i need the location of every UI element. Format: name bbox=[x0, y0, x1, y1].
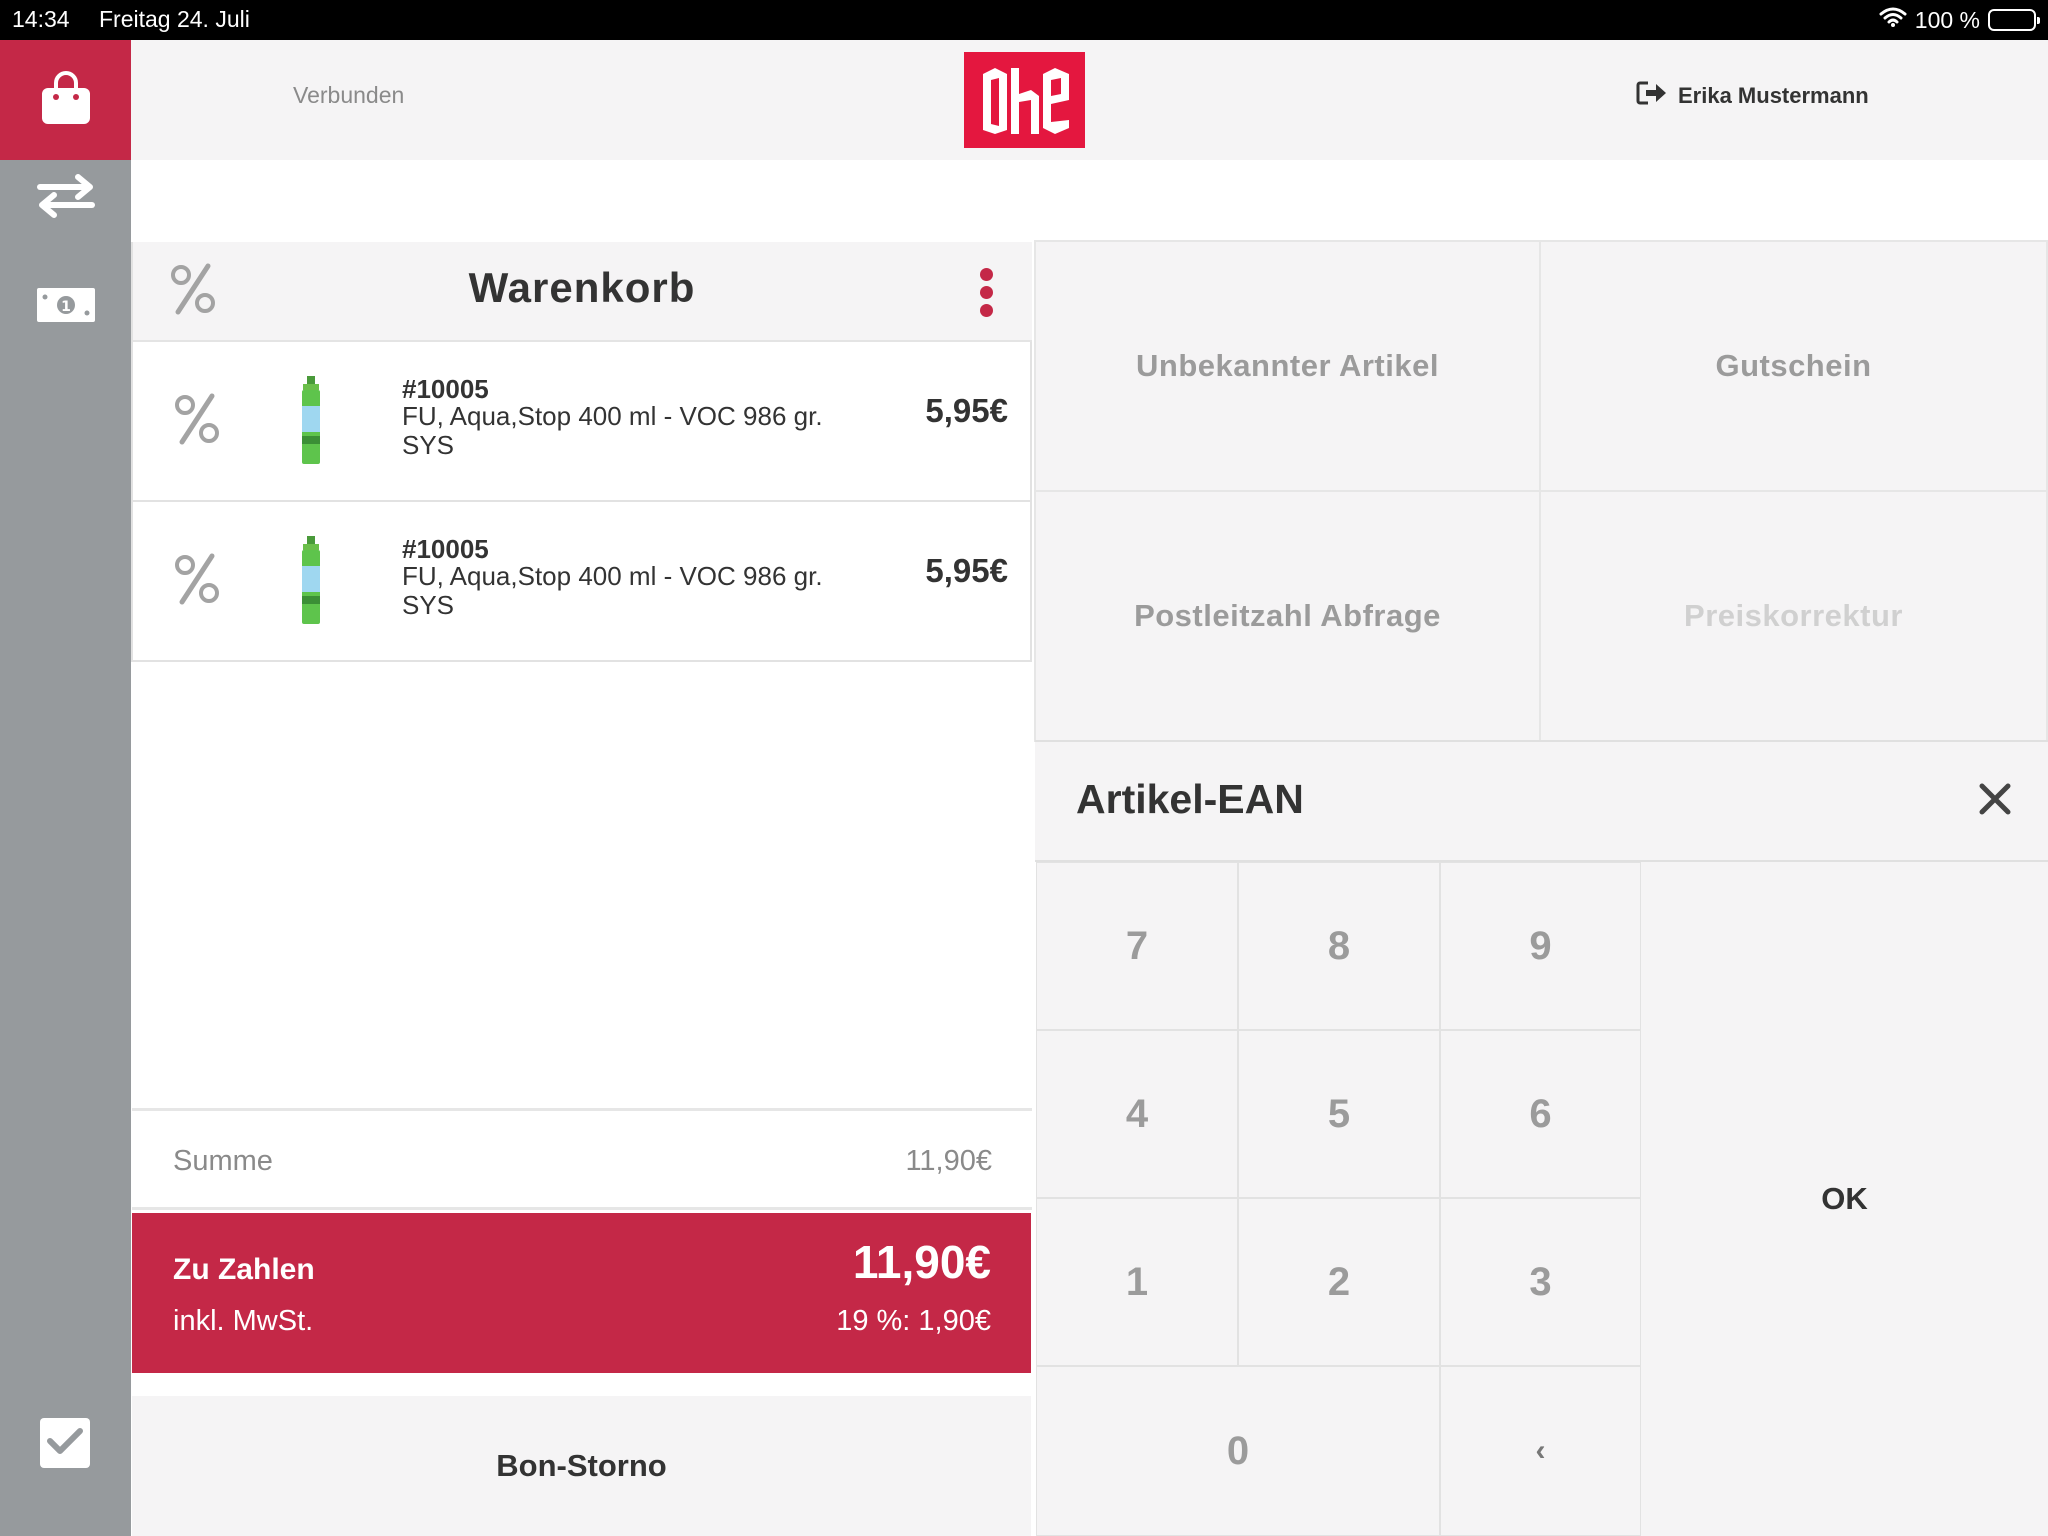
cart-item[interactable]: #10005 FU, Aqua,Stop 400 ml - VOC 986 gr… bbox=[132, 502, 1032, 662]
connection-status: Verbunden bbox=[293, 82, 405, 108]
pay-button[interactable]: Zu Zahlen inkl. MwSt. 11,90€ 19 %: 1,90€ bbox=[132, 1213, 1031, 1373]
item-description: FU, Aqua,Stop 400 ml - VOC 986 gr. SYS bbox=[402, 401, 823, 460]
voucher-button[interactable]: Gutschein bbox=[1539, 240, 2048, 492]
exchange-arrows-icon bbox=[36, 173, 96, 224]
keypad-key-2[interactable]: 2 bbox=[1238, 1198, 1440, 1366]
keypad-key-9[interactable]: 9 bbox=[1440, 862, 1641, 1030]
keypad-backspace-button[interactable]: ‹ bbox=[1440, 1366, 1641, 1536]
item-discount-icon[interactable] bbox=[174, 392, 220, 451]
cart-header: Warenkorb bbox=[132, 242, 1032, 342]
keypad-key-0[interactable]: 0 bbox=[1036, 1366, 1440, 1536]
item-description: FU, Aqua,Stop 400 ml - VOC 986 gr. SYS bbox=[402, 561, 823, 620]
vat-label: inkl. MwSt. bbox=[173, 1305, 314, 1337]
product-spray-can-icon bbox=[296, 536, 326, 633]
ean-title: Artikel-EAN bbox=[1076, 776, 1304, 822]
keypad-key-6[interactable]: 6 bbox=[1440, 1030, 1641, 1198]
keypad-key-4[interactable]: 4 bbox=[1036, 1030, 1238, 1198]
ean-keypad-header: Artikel-EAN bbox=[1035, 740, 2048, 862]
unknown-item-button[interactable]: Unbekannter Artikel bbox=[1034, 240, 1541, 492]
battery-icon bbox=[1988, 9, 2040, 31]
cart-subtotal: Summe 11,90€ bbox=[132, 1108, 1032, 1210]
price-correction-button[interactable]: Preiskorrektur bbox=[1539, 490, 2048, 742]
cart-divider bbox=[131, 242, 133, 662]
shopping-bag-icon bbox=[40, 70, 92, 131]
keypad-key-3[interactable]: 3 bbox=[1440, 1198, 1641, 1366]
subtotal-value: 11,90€ bbox=[905, 1145, 992, 1177]
sidebar-item-exchange[interactable] bbox=[0, 138, 131, 258]
cart-item[interactable]: #10005 FU, Aqua,Stop 400 ml - VOC 986 gr… bbox=[132, 342, 1032, 502]
battery-percent: 100 % bbox=[1914, 6, 1980, 33]
status-right: 100 % bbox=[1879, 6, 2040, 34]
cart-title: Warenkorb bbox=[468, 264, 696, 311]
checkmark-icon bbox=[46, 1426, 84, 1461]
item-price: 5,95€ bbox=[925, 552, 1008, 589]
logout-icon bbox=[1636, 80, 1668, 112]
sidebar-item-cash[interactable]: 1 bbox=[0, 252, 131, 362]
vat-value: 19 %: 1,90€ bbox=[836, 1305, 991, 1337]
bon-storno-button[interactable]: Bon-Storno bbox=[132, 1396, 1031, 1536]
keypad-key-7[interactable]: 7 bbox=[1036, 862, 1238, 1030]
sidebar: 1 bbox=[0, 40, 131, 1536]
keypad-key-8[interactable]: 8 bbox=[1238, 862, 1440, 1030]
pay-total: 11,90€ bbox=[852, 1236, 991, 1288]
keypad-key-5[interactable]: 5 bbox=[1238, 1030, 1440, 1198]
item-price: 5,95€ bbox=[925, 392, 1008, 429]
banknote-icon: 1 bbox=[36, 287, 96, 328]
more-options-icon[interactable] bbox=[980, 268, 994, 318]
brand-logo bbox=[964, 52, 1085, 148]
status-bar: 14:34 Freitag 24. Juli 100 % bbox=[0, 0, 2048, 40]
zip-query-button[interactable]: Postleitzahl Abfrage bbox=[1034, 490, 1541, 742]
status-time: 14:34 bbox=[12, 6, 70, 32]
top-header: Verbunden Erika Mustermann bbox=[131, 40, 2048, 160]
user-logout[interactable]: Erika Mustermann bbox=[1636, 80, 1869, 112]
product-spray-can-icon bbox=[296, 376, 326, 473]
svg-text:1: 1 bbox=[61, 299, 71, 315]
status-date: Freitag 24. Juli bbox=[99, 6, 250, 32]
keypad-ok-button[interactable]: OK bbox=[1641, 862, 2048, 1536]
close-icon[interactable] bbox=[1972, 776, 2018, 822]
item-discount-icon[interactable] bbox=[174, 552, 220, 611]
wifi-icon bbox=[1879, 6, 1907, 34]
sidebar-item-check[interactable] bbox=[40, 1418, 90, 1468]
keypad-key-1[interactable]: 1 bbox=[1036, 1198, 1238, 1366]
pay-label: Zu Zahlen bbox=[173, 1253, 315, 1286]
user-name: Erika Mustermann bbox=[1678, 83, 1869, 108]
subtotal-label: Summe bbox=[173, 1145, 273, 1177]
